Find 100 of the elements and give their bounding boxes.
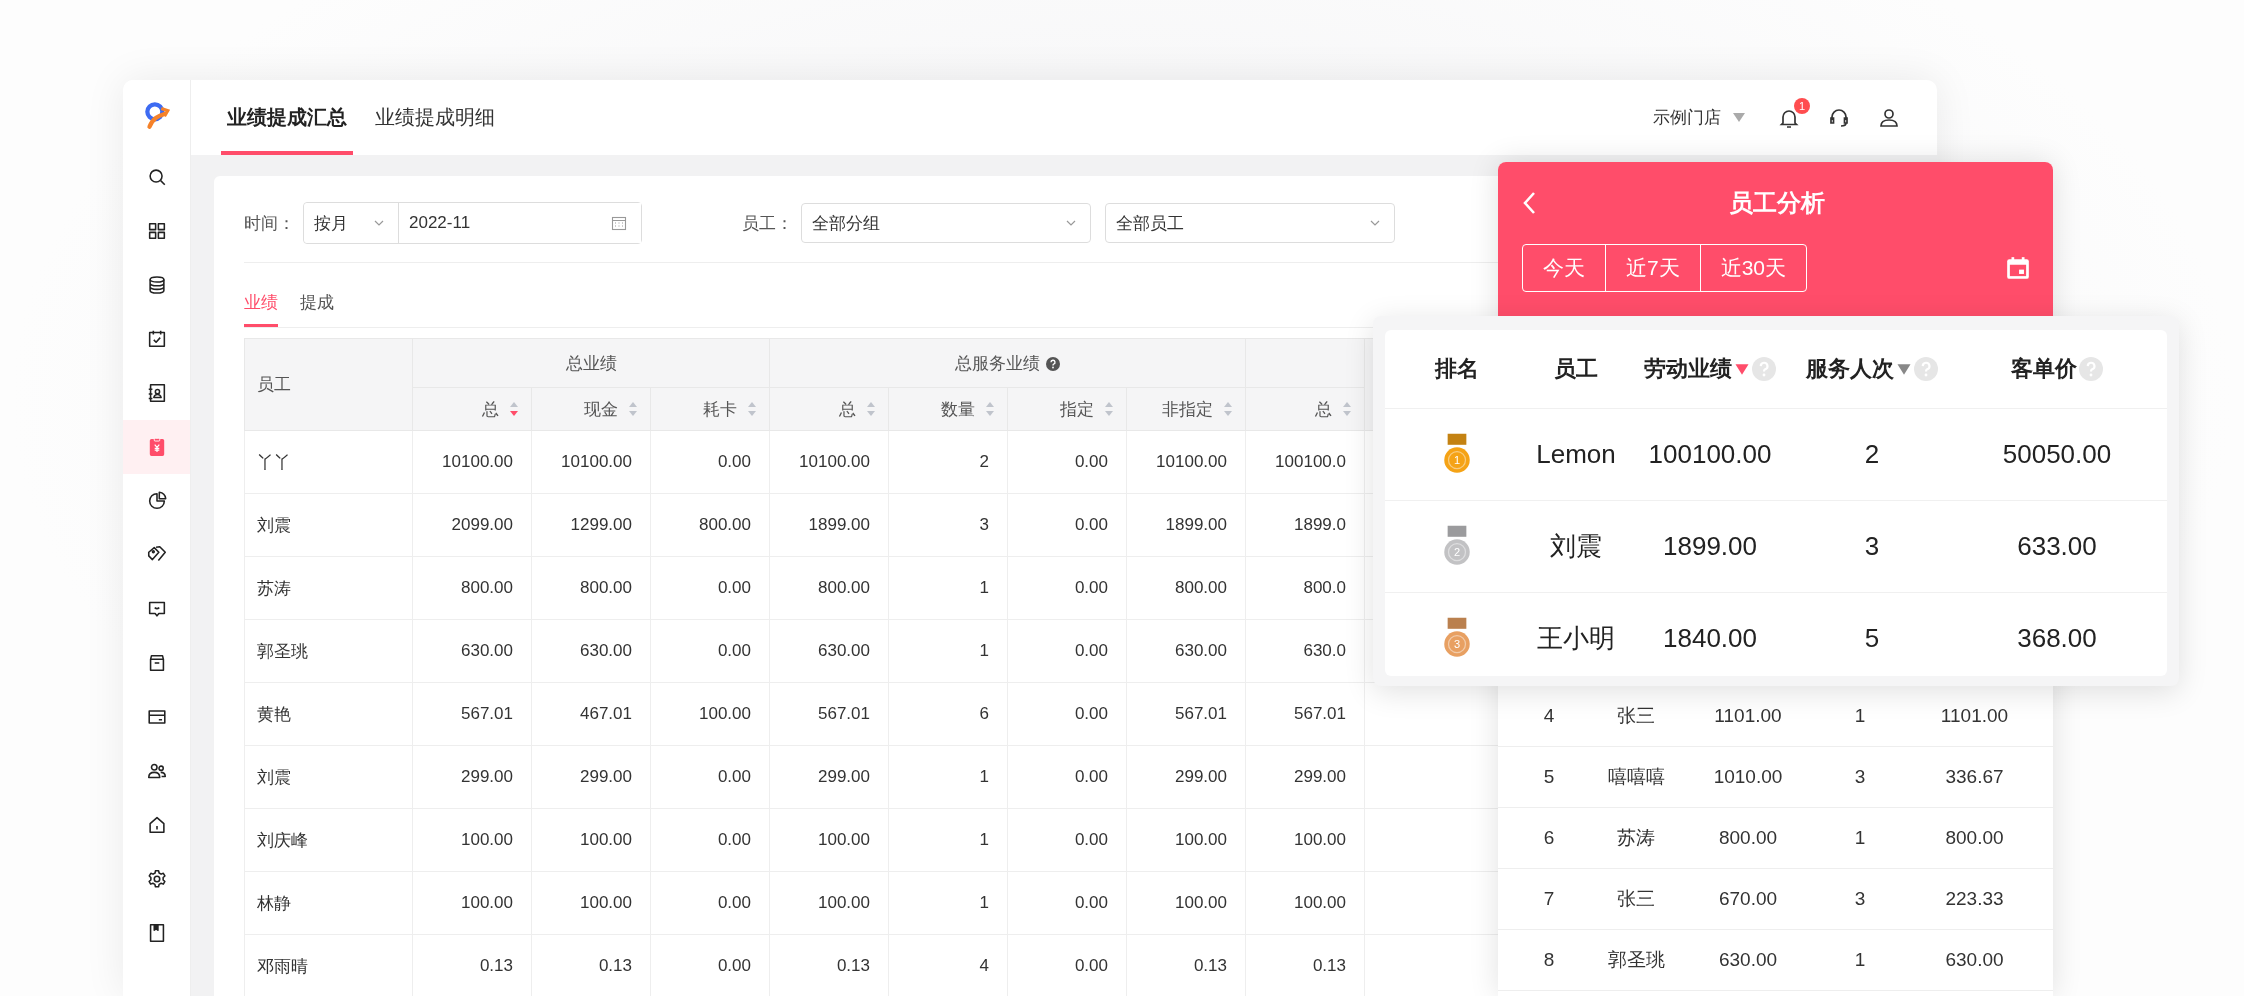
labor-value: 670.00 <box>1718 888 1778 910</box>
table-cell: 0.00 <box>1074 956 1108 975</box>
table-cell: 299.00 <box>461 767 513 786</box>
employee-name: 郭圣珧 <box>1607 948 1665 972</box>
column-header[interactable]: 总 <box>1315 397 1332 421</box>
table-cell: 100.00 <box>699 704 751 723</box>
labor-value: 630.00 <box>1718 949 1778 971</box>
table-cell: 1 <box>979 893 989 912</box>
column-header[interactable]: 指定 <box>1060 397 1094 421</box>
employee-name: 黄艳 <box>257 704 291 724</box>
table-cell: 1 <box>979 641 989 660</box>
labor-value: 1101.00 <box>1714 705 1782 727</box>
table-cell: 630.00 <box>461 641 513 660</box>
table-cell: 100.00 <box>1175 830 1227 849</box>
group-select[interactable]: 全部分组 <box>801 203 1091 243</box>
calendar-icon[interactable] <box>2005 255 2031 281</box>
employee-name: 张三 <box>1617 887 1655 911</box>
table-cell: 2 <box>979 452 989 471</box>
labor-value: 1899.00 <box>1663 531 1757 562</box>
table-cell: 2099.00 <box>451 515 513 534</box>
table-cell: 1 <box>979 578 989 597</box>
table-cell: 0.00 <box>1074 704 1108 723</box>
visit-count: 2 <box>1864 439 1880 470</box>
table-cell: 567.01 <box>1175 704 1227 723</box>
table-cell: 299.00 <box>580 767 632 786</box>
table-cell: 0.00 <box>717 893 751 912</box>
employee-name: Lemon <box>1536 439 1616 470</box>
sort-arrow-icon[interactable] <box>1896 362 1912 376</box>
employee-name: 丫丫 <box>257 452 291 472</box>
table-cell: 100100.0 <box>1275 452 1346 471</box>
table-cell: 0.13 <box>598 956 632 975</box>
help-icon[interactable] <box>1046 357 1060 371</box>
table-cell: 0.00 <box>1074 515 1108 534</box>
sort-icon[interactable] <box>509 401 519 417</box>
column-header: 员工 <box>244 338 413 431</box>
table-cell: 0.13 <box>1312 956 1346 975</box>
table-cell: 0.00 <box>717 830 751 849</box>
table-cell: 1899.00 <box>808 515 870 534</box>
labor-value: 800.00 <box>1718 827 1778 849</box>
table-cell: 100.00 <box>818 830 870 849</box>
table-cell: 0.00 <box>1074 893 1108 912</box>
average-price: 50050.00 <box>2002 439 2112 470</box>
settings-icon <box>145 868 168 890</box>
table-cell: 567.01 <box>461 704 513 723</box>
filter-label: 时间： <box>244 212 295 235</box>
table-cell: 800.00 <box>699 515 751 534</box>
column-header[interactable]: 数量 <box>941 397 975 421</box>
table-cell: 800.00 <box>580 578 632 597</box>
visit-count: 1 <box>1854 827 1866 849</box>
table-cell: 100.00 <box>461 830 513 849</box>
average-price: 223.33 <box>1945 888 2004 910</box>
column-header[interactable]: 总 <box>482 397 499 421</box>
page-tab[interactable]: 业绩提成汇总 <box>221 80 353 155</box>
rank-number: 6 <box>1543 827 1555 849</box>
employee-name: 苏涛 <box>1617 826 1655 850</box>
table-cell: 800.00 <box>461 578 513 597</box>
store-selector[interactable]: 示例门店 <box>1647 105 1751 130</box>
visit-count: 3 <box>1854 766 1866 788</box>
table-cell: 100.00 <box>461 893 513 912</box>
employee-name: 王小明 <box>1537 622 1615 655</box>
employee-name: 刘庆峰 <box>257 830 308 850</box>
column-header[interactable]: 耗卡 <box>703 397 737 421</box>
rank-number: 4 <box>1543 705 1555 727</box>
employee-name: 邓雨晴 <box>257 956 308 976</box>
visit-count: 3 <box>1854 888 1866 910</box>
back-icon[interactable] <box>1522 191 1536 215</box>
column-header[interactable]: 总 <box>839 397 856 421</box>
column-header: 客单价 <box>2011 355 2077 383</box>
visit-count: 5 <box>1864 623 1880 654</box>
average-price: 630.00 <box>1945 949 2004 971</box>
sort-arrow-icon[interactable] <box>1734 362 1750 376</box>
rank-number: 7 <box>1543 888 1555 910</box>
table-cell: 1899.0 <box>1294 515 1346 534</box>
labor-value: 1010.00 <box>1713 766 1783 788</box>
column-group-header: 总服务业绩 <box>955 353 1040 373</box>
employee-name: 嘻嘻嘻 <box>1607 765 1665 789</box>
table-cell: 630.00 <box>580 641 632 660</box>
table-cell: 299.00 <box>1175 767 1227 786</box>
table-cell: 3 <box>979 515 989 534</box>
table-cell: 10100.00 <box>561 452 632 471</box>
employee-select[interactable]: 全部员工 <box>1105 203 1395 243</box>
visit-count: 3 <box>1864 531 1880 562</box>
table-cell: 800.0 <box>1303 578 1346 597</box>
average-price: 336.67 <box>1945 766 2004 788</box>
table-cell: 630.0 <box>1303 641 1346 660</box>
table-cell: 0.00 <box>1074 641 1108 660</box>
table-cell: 1899.00 <box>1165 515 1227 534</box>
column-header[interactable]: 现金 <box>584 397 618 421</box>
table-cell: 1299.00 <box>570 515 632 534</box>
employee-name: 张三 <box>1617 704 1655 728</box>
sub-tab[interactable]: 提成 <box>300 283 334 327</box>
labor-value: 1840.00 <box>1663 623 1757 654</box>
labor-value: 100100.00 <box>1648 439 1772 470</box>
column-header: 排名 <box>1435 355 1479 383</box>
table-cell: 567.01 <box>1294 704 1346 723</box>
table-cell: 0.00 <box>1074 767 1108 786</box>
page-tab[interactable]: 业绩提成明细 <box>369 80 501 155</box>
table-cell: 0.13 <box>1193 956 1227 975</box>
table-cell: 0.13 <box>479 956 513 975</box>
table-cell: 630.00 <box>1175 641 1227 660</box>
